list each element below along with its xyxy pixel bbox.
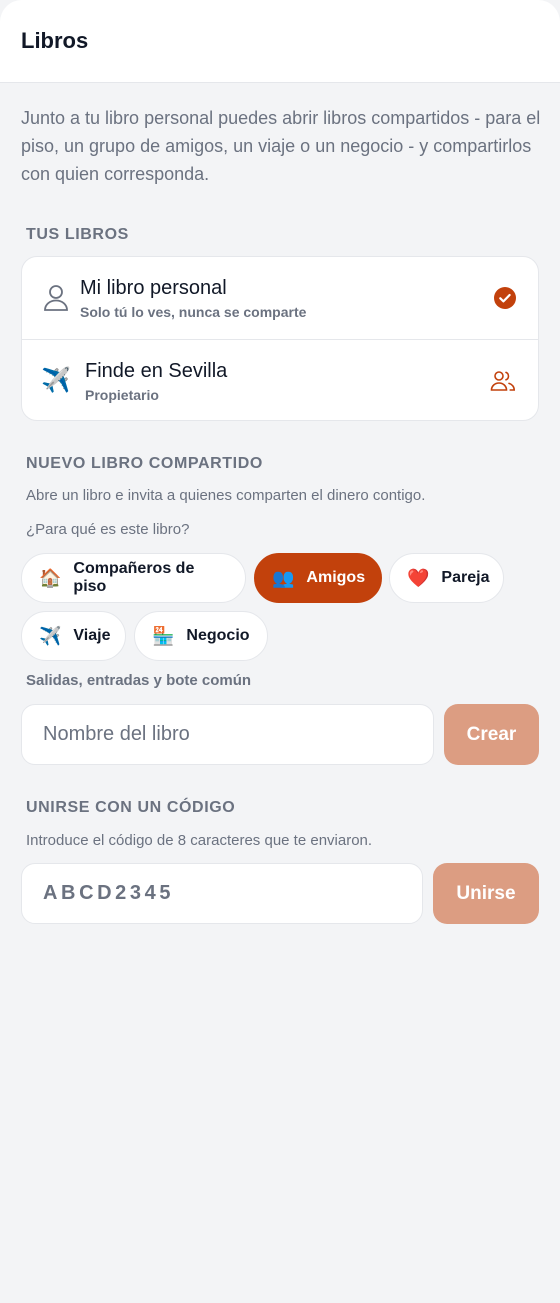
book-name-field bbox=[21, 704, 434, 765]
page-title: Libros bbox=[21, 28, 89, 53]
book-type-hint: Salidas, entradas y bote común bbox=[26, 672, 252, 689]
join-section-title: UNIRSE CON UN CÓDIGO bbox=[26, 799, 236, 816]
join-code-input[interactable] bbox=[22, 864, 422, 923]
new-book-description: Abre un libro e invita a quienes compart… bbox=[26, 487, 426, 504]
join-description: Introduce el código de 8 caracteres que … bbox=[26, 832, 373, 849]
type-chip-viaje[interactable]: ✈️ Viaje bbox=[21, 611, 126, 661]
type-chip-pareja[interactable]: ❤️ Pareja bbox=[389, 553, 504, 603]
app-header: Libros bbox=[0, 0, 560, 83]
check-circle-icon bbox=[494, 287, 516, 309]
airplane-icon: ✈️ bbox=[39, 626, 62, 646]
store-icon: 🏪 bbox=[152, 626, 175, 646]
book-subtitle: Propietario bbox=[85, 386, 159, 403]
type-chip-negocio[interactable]: 🏪 Negocio bbox=[134, 611, 268, 661]
heart-icon: ❤️ bbox=[407, 568, 430, 588]
chip-label: Viaje bbox=[73, 627, 111, 644]
book-type-question: ¿Para qué es este libro? bbox=[26, 521, 190, 538]
users-icon bbox=[490, 370, 516, 392]
chip-label: Compañeros de piso bbox=[73, 560, 195, 595]
create-button[interactable]: Crear bbox=[444, 704, 539, 765]
airplane-icon: ✈️ bbox=[41, 367, 71, 394]
chip-label: Pareja bbox=[441, 569, 490, 586]
intro-text: Junto a tu libro personal puedes abrir l… bbox=[21, 108, 541, 184]
chip-label: Amigos bbox=[306, 569, 366, 586]
chip-label: Negocio bbox=[186, 627, 250, 644]
book-name: Mi libro personal bbox=[80, 277, 227, 299]
type-chip-amigos[interactable]: 👥 Amigos bbox=[254, 553, 382, 603]
books-section-title: TUS LIBROS bbox=[26, 226, 129, 243]
house-icon: 🏠 bbox=[39, 568, 62, 588]
type-chip-companeros[interactable]: 🏠 Compañeros de piso bbox=[21, 553, 246, 603]
books-list: Mi libro personal Solo tú lo ves, nunca … bbox=[21, 256, 539, 421]
book-name: Finde en Sevilla bbox=[85, 359, 228, 382]
book-row-personal[interactable]: Mi libro personal Solo tú lo ves, nunca … bbox=[22, 257, 538, 339]
join-button[interactable]: Unirse bbox=[433, 863, 539, 924]
book-row-finde-sevilla[interactable]: ✈️ Finde en Sevilla Propietario bbox=[22, 339, 538, 420]
join-code-field bbox=[21, 863, 423, 924]
book-subtitle: Solo tú lo ves, nunca se comparte bbox=[80, 304, 307, 320]
user-icon bbox=[22, 284, 80, 312]
book-name-input[interactable] bbox=[22, 705, 433, 764]
people-icon: 👥 bbox=[272, 568, 295, 588]
new-book-section-title: NUEVO LIBRO COMPARTIDO bbox=[26, 455, 263, 472]
